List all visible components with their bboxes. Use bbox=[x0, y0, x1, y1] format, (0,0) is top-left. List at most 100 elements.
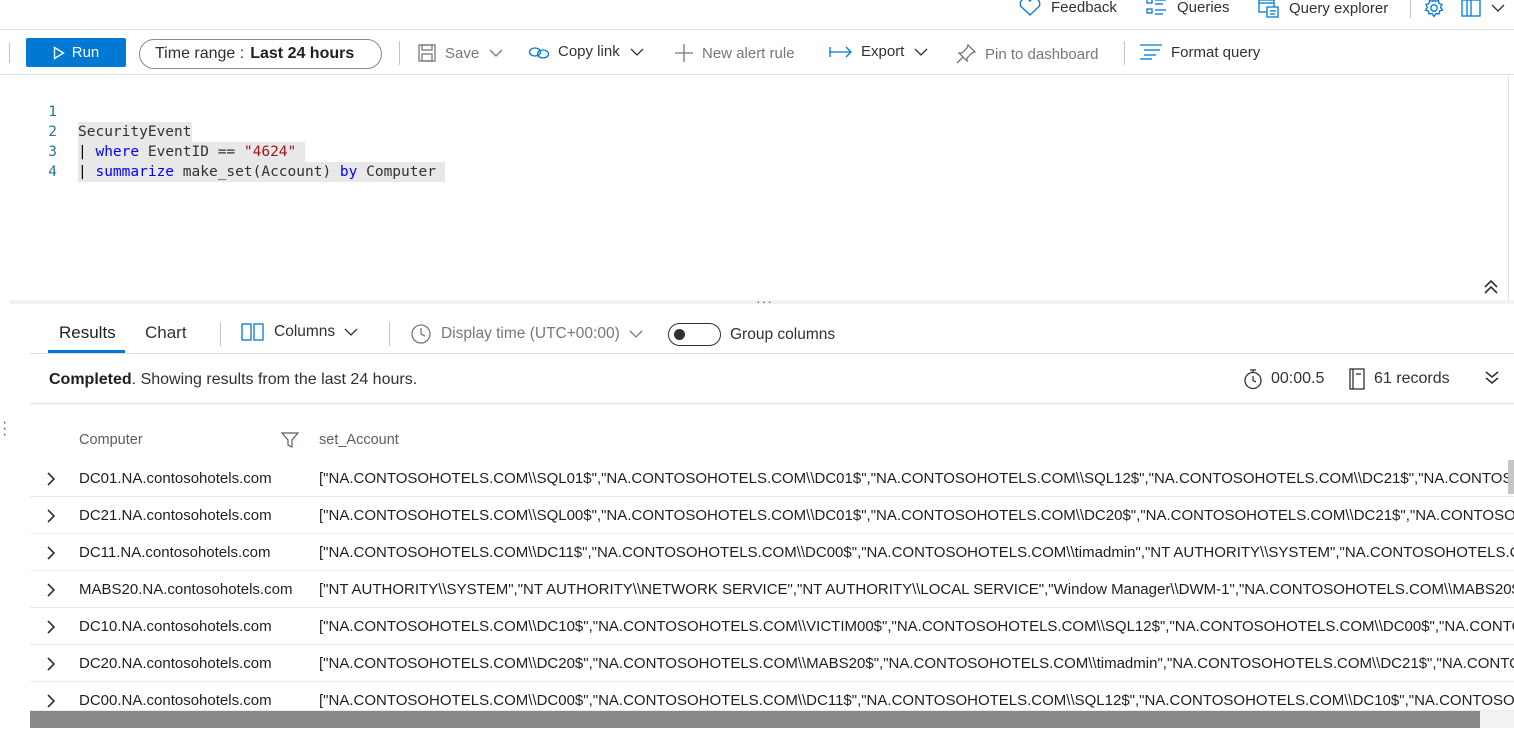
table-row[interactable]: DC11.NA.contosohotels.com ["NA.CONTOSOHO… bbox=[30, 534, 1514, 571]
code-line-1: 1 SecurityEvent bbox=[9, 82, 192, 142]
expand-results-button[interactable] bbox=[1484, 370, 1500, 386]
collapse-editor-button[interactable] bbox=[1482, 278, 1500, 296]
gear-icon bbox=[1423, 0, 1445, 19]
splitter-handle-icon[interactable]: ··· bbox=[756, 293, 773, 309]
plus-icon bbox=[674, 43, 694, 63]
book-menu-button[interactable] bbox=[1460, 0, 1505, 19]
column-header-computer[interactable]: Computer bbox=[79, 432, 143, 448]
line-number: 4 bbox=[48, 164, 57, 180]
time-range-picker[interactable]: Time range : Last 24 hours bbox=[139, 39, 382, 69]
run-label: Run bbox=[71, 44, 100, 61]
heart-icon bbox=[1018, 0, 1042, 17]
divider bbox=[1124, 41, 1125, 65]
table-row[interactable]: DC00.NA.contosohotels.com ["NA.CONTOSOHO… bbox=[30, 682, 1514, 711]
chevron-right-icon[interactable] bbox=[46, 694, 56, 708]
chevron-down-icon bbox=[914, 47, 928, 57]
chevron-right-icon[interactable] bbox=[46, 657, 56, 671]
record-count: 61 records bbox=[1348, 368, 1450, 390]
column-header-set-account[interactable]: set_Account bbox=[319, 432, 399, 448]
cell-set-account: ["NA.CONTOSOHOTELS.COM\\DC10$","NA.CONTO… bbox=[319, 618, 1514, 635]
chevron-right-icon[interactable] bbox=[46, 583, 56, 597]
filter-icon[interactable] bbox=[281, 431, 299, 449]
side-panel-handle-icon[interactable]: · · · bbox=[2, 415, 7, 443]
settings-button[interactable] bbox=[1423, 0, 1445, 19]
toggle-switch[interactable] bbox=[668, 323, 721, 346]
cell-set-account: ["NT AUTHORITY\\SYSTEM","NT AUTHORITY\\N… bbox=[319, 581, 1514, 598]
chevron-right-icon[interactable] bbox=[46, 620, 56, 634]
feedback-button[interactable]: Feedback bbox=[1018, 0, 1117, 17]
chevron-down-icon bbox=[629, 329, 643, 339]
pin-icon bbox=[955, 43, 977, 65]
copy-link-button[interactable]: Copy link bbox=[528, 43, 644, 60]
code-text: | where EventID == "4624" bbox=[78, 142, 306, 162]
divider bbox=[9, 43, 10, 63]
editor-scrollbar[interactable] bbox=[1508, 76, 1514, 300]
save-button[interactable]: Save bbox=[417, 43, 503, 63]
cell-set-account: ["NA.CONTOSOHOTELS.COM\\SQL00$","NA.CONT… bbox=[319, 507, 1514, 524]
table-row[interactable]: DC10.NA.contosohotels.com ["NA.CONTOSOHO… bbox=[30, 608, 1514, 645]
link-icon bbox=[528, 44, 550, 60]
toggle-knob bbox=[674, 329, 685, 340]
time-range-label: Time range : bbox=[155, 45, 245, 62]
table-row[interactable]: DC20.NA.contosohotels.com ["NA.CONTOSOHO… bbox=[30, 645, 1514, 682]
cell-computer: DC10.NA.contosohotels.com bbox=[79, 618, 272, 635]
table-row[interactable]: MABS20.NA.contosohotels.com ["NT AUTHORI… bbox=[30, 571, 1514, 608]
queries-list-icon bbox=[1146, 0, 1168, 17]
feedback-label: Feedback bbox=[1051, 0, 1117, 16]
display-time-dropdown[interactable]: Display time (UTC+00:00) bbox=[410, 323, 643, 345]
query-duration: 00:00.5 bbox=[1243, 368, 1324, 390]
records-icon bbox=[1348, 368, 1366, 390]
status-message: . Showing results from the last 24 hours… bbox=[131, 371, 418, 388]
tab-results[interactable]: Results bbox=[59, 323, 116, 343]
query-explorer-icon bbox=[1258, 0, 1280, 19]
results-tab-bar: Results Chart Columns Display time (UTC+… bbox=[30, 310, 1514, 354]
duration-value: 00:00.5 bbox=[1271, 370, 1325, 387]
new-alert-rule-button[interactable]: New alert rule bbox=[674, 43, 795, 63]
group-columns-label: Group columns bbox=[730, 325, 836, 343]
code-expression: EventID == bbox=[139, 144, 244, 160]
cell-computer: DC21.NA.contosohotels.com bbox=[79, 507, 272, 524]
divider bbox=[399, 41, 400, 65]
clock-icon bbox=[410, 323, 432, 345]
cell-computer: DC20.NA.contosohotels.com bbox=[79, 655, 272, 672]
cell-set-account: ["NA.CONTOSOHOTELS.COM\\DC11$","NA.CONTO… bbox=[319, 544, 1514, 561]
records-value: 61 records bbox=[1374, 370, 1450, 387]
group-columns-toggle[interactable]: Group columns bbox=[668, 323, 835, 346]
chevron-down-icon bbox=[489, 48, 503, 58]
chevron-down-icon bbox=[630, 47, 644, 57]
columns-button[interactable]: Columns bbox=[241, 323, 358, 341]
run-button[interactable]: Run bbox=[26, 38, 126, 67]
chevron-right-icon[interactable] bbox=[46, 509, 56, 523]
tab-chart[interactable]: Chart bbox=[145, 323, 187, 343]
vertical-scrollbar-thumb[interactable] bbox=[1508, 460, 1514, 494]
pin-to-dashboard-button[interactable]: Pin to dashboard bbox=[955, 43, 1098, 65]
divider bbox=[1410, 0, 1411, 18]
new-alert-rule-label: New alert rule bbox=[702, 44, 795, 62]
table-row[interactable]: DC01.NA.contosohotels.com ["NA.CONTOSOHO… bbox=[30, 460, 1514, 497]
horizontal-scrollbar-thumb[interactable] bbox=[30, 711, 1480, 728]
code-text: SecurityEvent bbox=[78, 122, 192, 142]
export-arrow-icon bbox=[829, 45, 853, 59]
format-query-button[interactable]: Format query bbox=[1139, 43, 1260, 61]
cell-set-account: ["NA.CONTOSOHOTELS.COM\\DC00$","NA.CONTO… bbox=[319, 692, 1514, 709]
query-explorer-button[interactable]: Query explorer bbox=[1258, 0, 1388, 19]
table-row[interactable]: DC21.NA.contosohotels.com ["NA.CONTOSOHO… bbox=[30, 497, 1514, 534]
queries-button[interactable]: Queries bbox=[1146, 0, 1230, 17]
columns-label: Columns bbox=[274, 323, 336, 340]
chevron-down-icon bbox=[344, 327, 358, 337]
export-label: Export bbox=[861, 43, 905, 60]
query-editor[interactable]: 1 SecurityEvent 2 | where EventID == "46… bbox=[9, 76, 1509, 300]
active-tab-indicator bbox=[48, 350, 125, 353]
cell-set-account: ["NA.CONTOSOHOTELS.COM\\SQL01$","NA.CONT… bbox=[319, 470, 1514, 487]
code-keyword: summarize bbox=[95, 164, 175, 180]
chevron-right-icon[interactable] bbox=[46, 472, 56, 486]
save-label: Save bbox=[445, 44, 480, 62]
export-button[interactable]: Export bbox=[829, 43, 928, 60]
chevron-right-icon[interactable] bbox=[46, 546, 56, 560]
format-lines-icon bbox=[1139, 43, 1163, 61]
play-icon bbox=[53, 45, 65, 60]
top-command-bar: Feedback Queries Query explorer bbox=[0, 0, 1514, 30]
format-query-label: Format query bbox=[1171, 43, 1261, 61]
horizontal-scrollbar-track[interactable] bbox=[1480, 711, 1514, 728]
cell-computer: DC11.NA.contosohotels.com bbox=[79, 544, 271, 561]
